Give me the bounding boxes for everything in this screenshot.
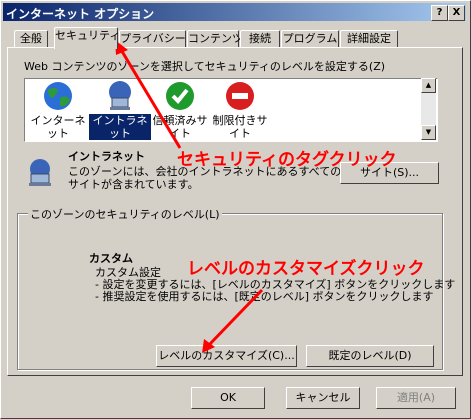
apply-button[interactable]: 適用(A)	[376, 387, 456, 409]
zone-label: 制限付きサイト	[212, 114, 268, 140]
tab-connections[interactable]: 接続	[240, 30, 280, 48]
group-label: このゾーンのセキュリティのレベル(L)	[28, 206, 222, 222]
intranet-computer-icon	[29, 159, 51, 186]
window-title: インターネット オプション	[6, 7, 155, 21]
tab-programs[interactable]: プログラム	[281, 30, 339, 48]
tab-general[interactable]: 全般	[14, 30, 48, 48]
intranet-computer-icon	[109, 81, 131, 110]
custom-level-button[interactable]: レベルのカスタマイズ(C)...	[156, 345, 297, 367]
zone-info-title: イントラネット	[68, 150, 145, 163]
tab-advanced[interactable]: 詳細設定	[340, 30, 398, 48]
title-bar[interactable]: インターネット オプション ? X	[3, 3, 466, 21]
zone-info-desc-2: サイトが含まれています。	[68, 178, 199, 191]
zone-scrollbar[interactable]: ▲ ▼	[421, 78, 436, 140]
zone-trusted[interactable]: 信頼済みサイト	[149, 80, 211, 140]
annotation-custom-click: レベルのカスタマイズクリック	[187, 259, 425, 279]
ok-button[interactable]: OK	[191, 387, 265, 409]
scroll-down-icon[interactable]: ▼	[421, 125, 436, 140]
annotation-tab-click: セキュリティのタグクリック	[177, 150, 397, 170]
zone-label: イントラネット	[89, 114, 151, 140]
checkmark-icon	[166, 82, 194, 110]
close-button[interactable]: X	[448, 5, 465, 21]
zone-restricted[interactable]: 制限付きサイト	[209, 80, 271, 140]
zone-label: インターネット	[30, 114, 86, 140]
cancel-button[interactable]: キャンセル	[286, 387, 360, 409]
tab-content[interactable]: コンテンツ	[187, 30, 243, 48]
zone-intranet[interactable]: イントラネット	[89, 80, 151, 140]
tab-privacy[interactable]: プライバシー	[119, 30, 186, 48]
zone-internet[interactable]: インターネット	[27, 80, 89, 140]
scroll-up-icon[interactable]: ▲	[421, 78, 436, 93]
globe-icon	[44, 82, 72, 110]
zone-prompt: Web コンテンツのゾーンを選択してセキュリティのレベルを設定する(Z)	[24, 60, 386, 73]
tab-security[interactable]: セキュリティ	[54, 27, 120, 49]
level-desc-3: - 推奨設定を使用するには、[既定のレベル] ボタンをクリックします	[95, 290, 434, 303]
help-button[interactable]: ?	[431, 5, 448, 21]
zone-label: 信頼済みサイト	[152, 114, 208, 140]
default-level-button[interactable]: 既定のレベル(D)	[306, 345, 434, 367]
restricted-icon	[226, 82, 254, 110]
